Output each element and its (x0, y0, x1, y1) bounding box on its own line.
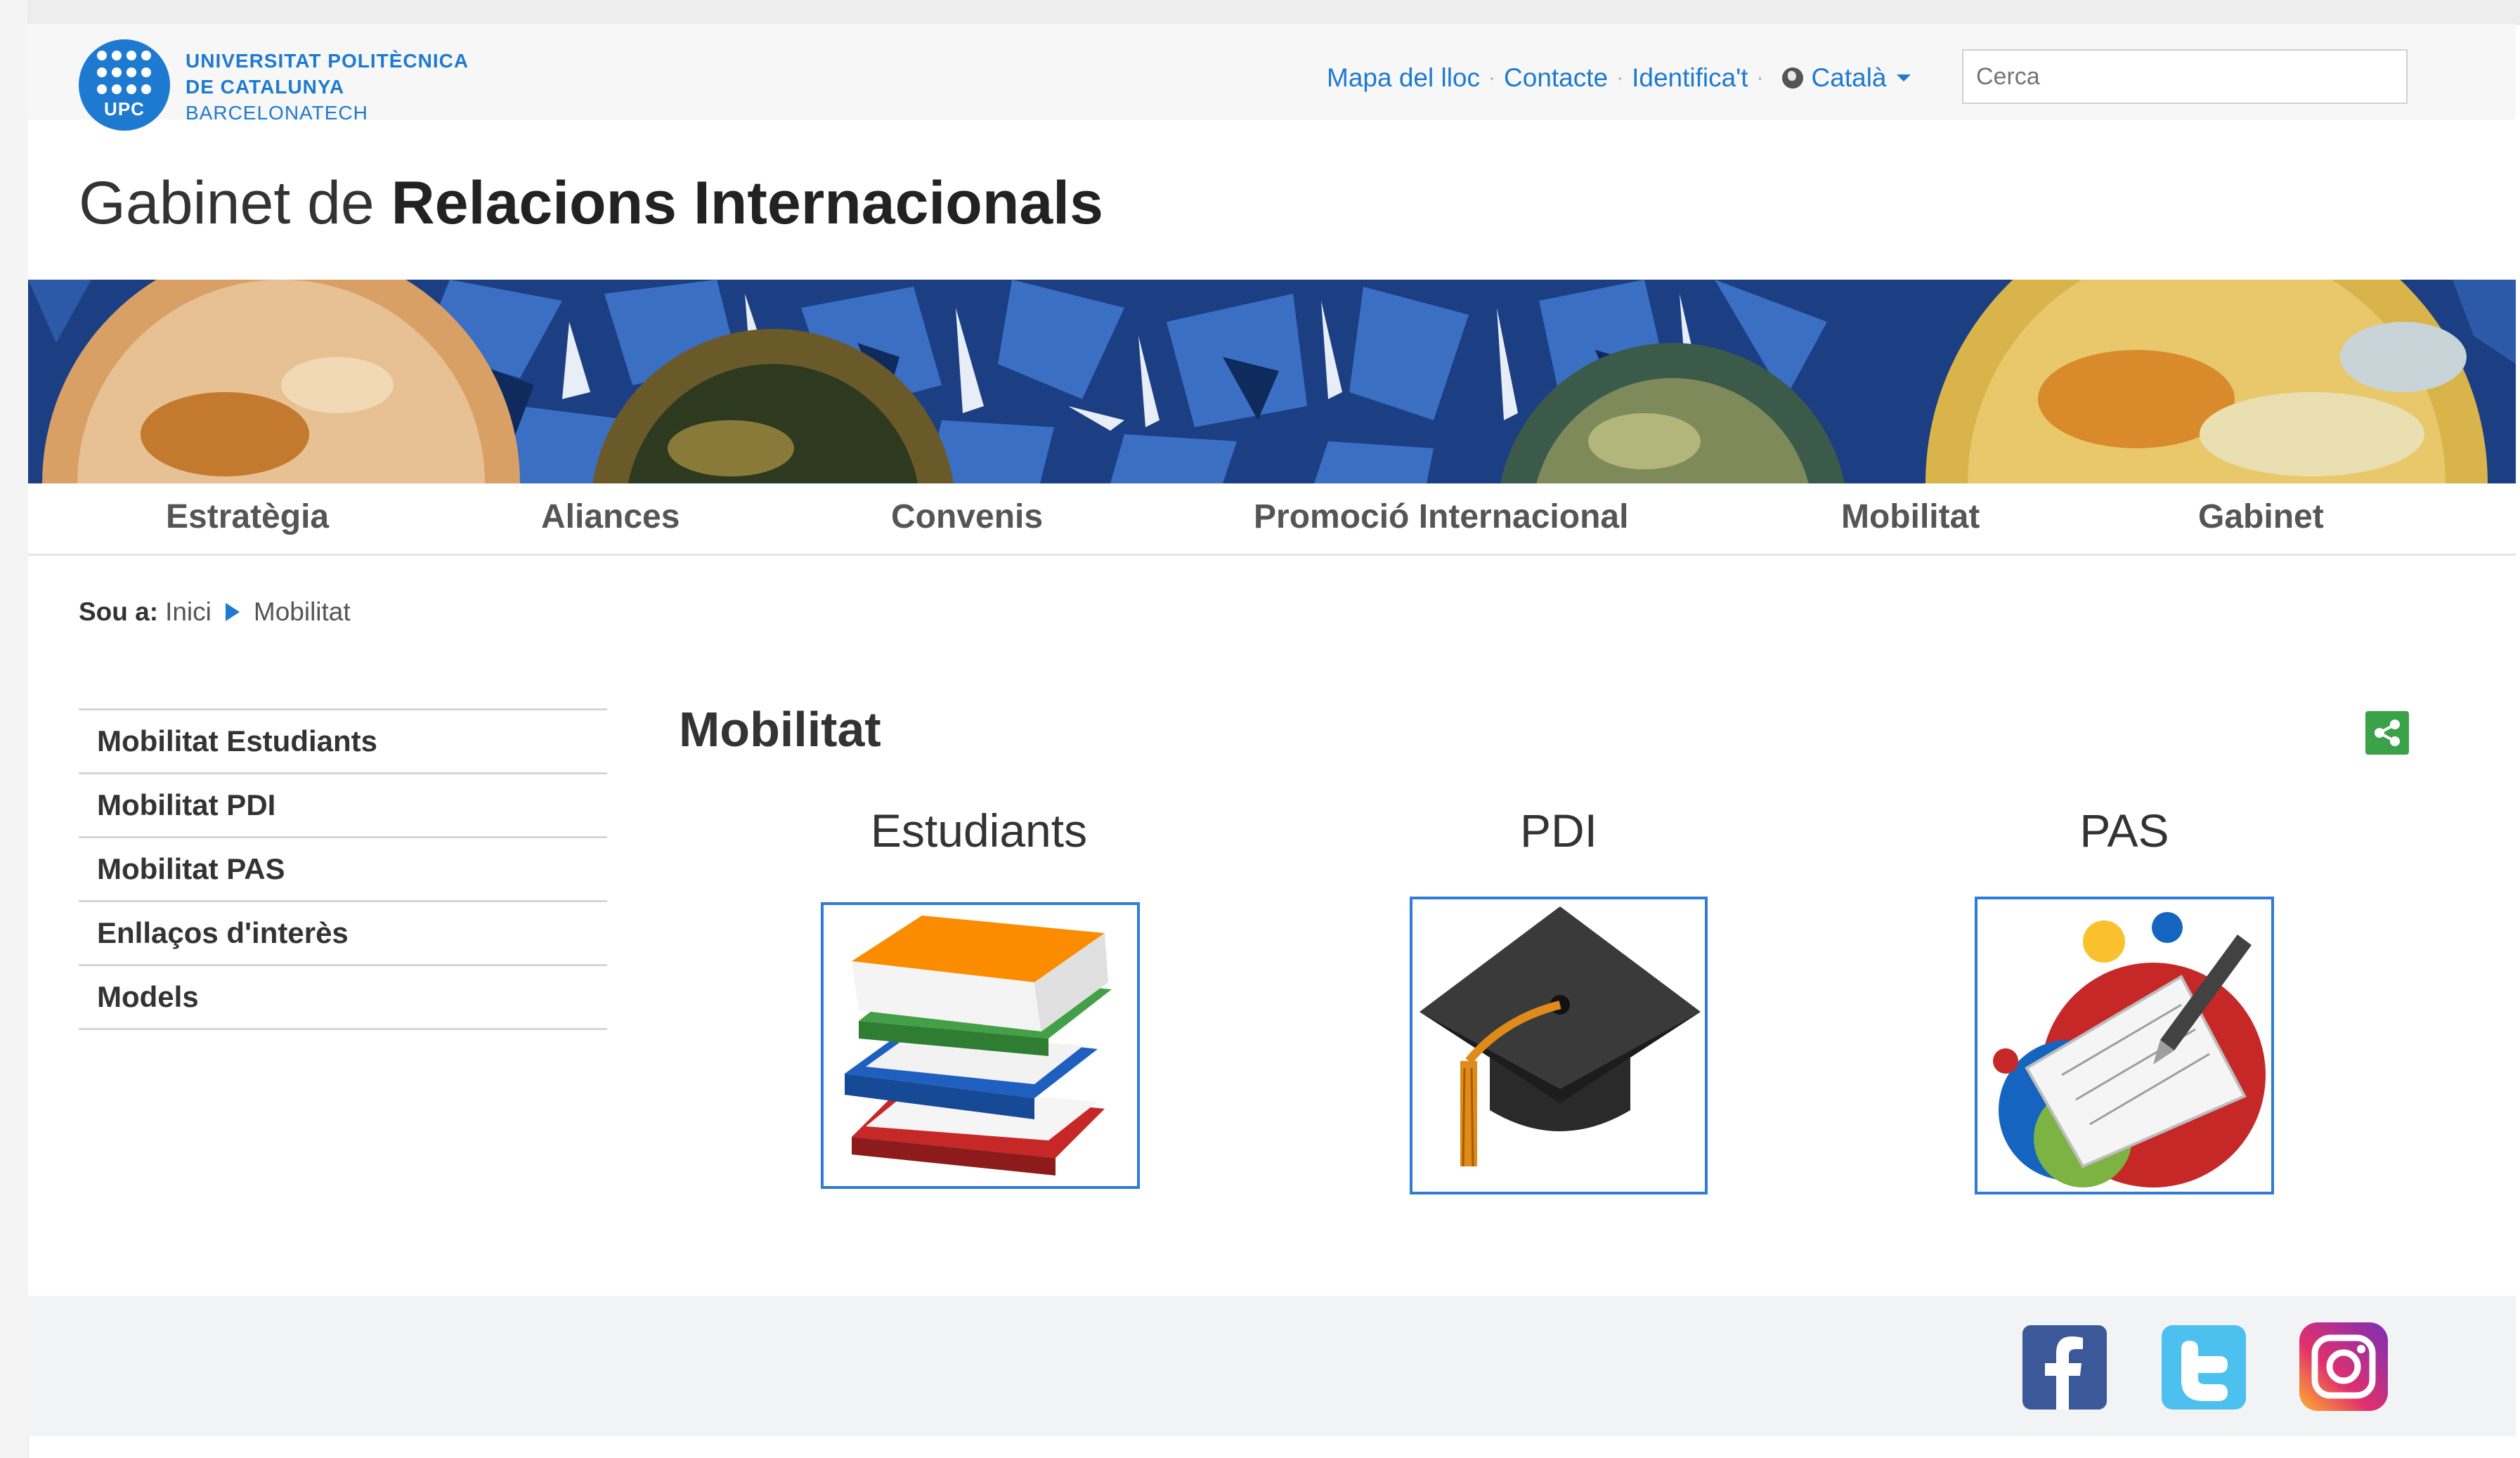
login-link[interactable]: Identifica't (1632, 63, 1748, 93)
books-icon (845, 916, 1112, 1176)
chevron-down-icon (1896, 74, 1911, 82)
globe-icon (1781, 67, 1803, 89)
sidebar-item-pdi[interactable]: Mobilitat PDI (79, 774, 607, 838)
share-icon (2375, 720, 2400, 746)
sidebar-item-enllacos[interactable]: Enllaços d'interès (79, 902, 607, 966)
notepad-pen-icon (1993, 912, 2266, 1187)
estudiants-card-link[interactable] (821, 902, 1140, 1189)
column-title-pdi: PDI (1519, 805, 1598, 857)
instagram-icon[interactable] (2299, 1322, 2388, 1411)
sidebar-item-pas[interactable]: Mobilitat PAS (79, 838, 607, 902)
graduation-cap-icon (1420, 906, 1701, 1167)
share-button[interactable] (2365, 711, 2409, 755)
page-title: Mobilitat (679, 702, 881, 757)
twitter-icon[interactable] (2162, 1325, 2246, 1410)
nav-item-convenis[interactable]: Convenis (891, 497, 1043, 536)
site-title[interactable]: Gabinet de Relacions Internacionals (79, 169, 1103, 238)
logo-badge-text: UPC (104, 98, 145, 119)
nav-item-promocio[interactable]: Promoció Internacional (1254, 497, 1628, 536)
column-title-estudiants: Estudiants (870, 805, 1088, 857)
nav-item-aliances[interactable]: Aliances (541, 497, 680, 536)
contact-link[interactable]: Contacte (1504, 63, 1608, 93)
breadcrumb: Sou a: Inici Mobilitat (79, 597, 351, 627)
breadcrumb-home-link[interactable]: Inici (165, 597, 212, 627)
language-selector[interactable]: Català (1781, 63, 1911, 93)
sidebar-item-models[interactable]: Models (79, 966, 607, 1030)
utility-links: Mapa del lloc · Contacte · Identifica't … (1327, 60, 1911, 96)
nav-item-estrategia[interactable]: Estratègia (166, 497, 329, 536)
nav-item-mobilitat[interactable]: Mobilitat (1841, 497, 1980, 536)
footer (28, 1296, 2516, 1436)
breadcrumb-current: Mobilitat (253, 597, 351, 626)
pdi-card-link[interactable] (1410, 897, 1708, 1195)
arrow-right-icon (225, 603, 240, 621)
main-navigation: Estratègia Aliances Convenis Promoció In… (28, 483, 2516, 556)
mosaic-banner-image (28, 280, 2516, 483)
sidebar-item-estudiants[interactable]: Mobilitat Estudiants (79, 710, 607, 774)
university-name[interactable]: UNIVERSITAT POLITÈCNICA DE CATALUNYA BAR… (186, 48, 469, 126)
breadcrumb-label: Sou a: (79, 597, 159, 626)
page: UPC UNIVERSITAT POLITÈCNICA DE CATALUNYA… (28, 24, 2516, 1436)
nav-item-gabinet[interactable]: Gabinet (2198, 497, 2324, 536)
sidebar-menu: Mobilitat Estudiants Mobilitat PDI Mobil… (79, 708, 607, 1030)
top-bar: UPC UNIVERSITAT POLITÈCNICA DE CATALUNYA… (28, 24, 2516, 131)
site-map-link[interactable]: Mapa del lloc (1327, 63, 1480, 93)
search-input[interactable] (1962, 49, 2408, 104)
window-left-edge (0, 0, 29, 1458)
window-top-edge (0, 0, 2520, 25)
upc-logo-icon[interactable]: UPC (79, 39, 170, 131)
language-label: Català (1811, 63, 1887, 92)
facebook-icon[interactable] (2022, 1325, 2107, 1410)
pas-card-link[interactable] (1975, 897, 2274, 1195)
column-title-pas: PAS (2079, 805, 2169, 857)
